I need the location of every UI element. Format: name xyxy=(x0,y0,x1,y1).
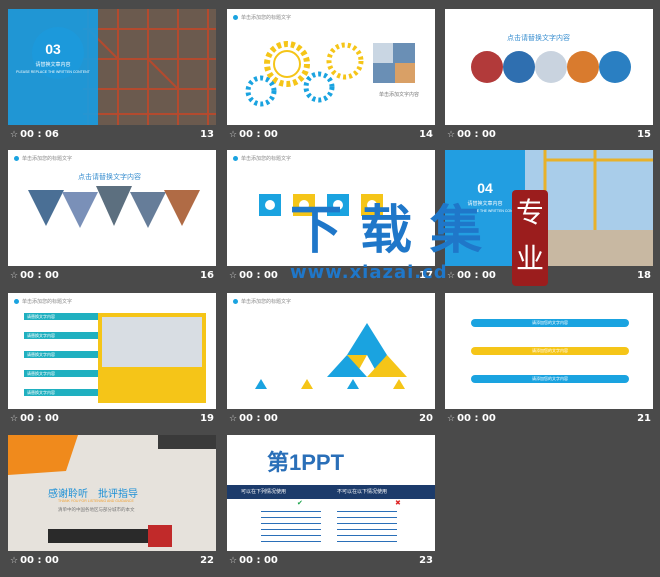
slide-timing: ☆ 00 : 00 xyxy=(10,270,59,281)
slide-meta: ☆ 00 : 00 20 xyxy=(227,413,435,427)
slide-preview[interactable]: 单击添加您的标题文字 请替换文字内容 请替换文字内容 请替换文字内容 请替换文字… xyxy=(8,293,216,409)
slide-number: 13 xyxy=(200,129,214,140)
link-list xyxy=(261,511,321,545)
star-icon: ☆ xyxy=(447,414,456,424)
pill-item: 请添加您的文字内容 xyxy=(471,347,629,355)
slide-preview[interactable]: 点击请替换文字内容 xyxy=(445,9,653,125)
slide-number: 22 xyxy=(200,555,214,566)
slide-timing: ☆ 00 : 00 xyxy=(10,413,59,424)
link-list xyxy=(337,511,397,545)
slide-thumb-23[interactable]: 第1PPT 可以在下列情况使用 不可以在以下情况使用 ✔ ✖ ☆ 00 : 00 … xyxy=(227,435,435,572)
slide-number: 16 xyxy=(200,270,214,281)
watermark-url: www.xiazai.cd xyxy=(290,262,448,283)
section-subtitle: PLEASE REPLACE THE WRITTEN CONTENT xyxy=(16,70,90,74)
slide-number: 21 xyxy=(637,413,651,424)
slide-number: 18 xyxy=(637,270,651,281)
slide-thumb-19[interactable]: 单击添加您的标题文字 请替换文字内容 请替换文字内容 请替换文字内容 请替换文字… xyxy=(8,293,216,430)
star-icon: ☆ xyxy=(229,130,238,140)
slide-thumb-21[interactable]: 请添加您的文字内容 请添加您的文字内容 请添加您的文字内容 ☆ 00 : 00 2… xyxy=(445,293,653,430)
slide-preview[interactable]: 第1PPT 可以在下列情况使用 不可以在以下情况使用 ✔ ✖ xyxy=(227,435,435,551)
slide-timing: ☆ 00 : 06 xyxy=(10,129,59,140)
slide-number: 19 xyxy=(200,413,214,424)
slide-meta: ☆ 00 : 06 13 xyxy=(8,129,216,143)
pill-item: 请添加您的文字内容 xyxy=(471,319,629,327)
allowed-heading: 可以在下列情况使用 xyxy=(241,489,287,495)
star-icon: ☆ xyxy=(10,556,19,566)
slide-timing: ☆ 00 : 00 xyxy=(229,555,278,566)
slide-timing: ☆ 00 : 00 xyxy=(447,129,496,140)
star-icon: ☆ xyxy=(447,130,456,140)
star-icon: ☆ xyxy=(229,271,238,281)
forbidden-heading: 不可以在以下情况使用 xyxy=(337,489,388,495)
slide-preview[interactable]: 单击添加您的标题文字 点击请替换文字内容 xyxy=(8,150,216,266)
circle-photos xyxy=(471,51,631,83)
slide-header: 单击添加您的标题文字 xyxy=(14,298,72,305)
info-band: 可以在下列情况使用 不可以在以下情况使用 xyxy=(227,485,435,499)
slide-number: 20 xyxy=(419,413,433,424)
slide-thumb-13[interactable]: 03 请替换文章内容 PLEASE REPLACE THE WRITTEN CO… xyxy=(8,9,216,146)
cross-icon: ✖ xyxy=(395,500,401,507)
slide-number: 14 xyxy=(419,129,433,140)
slide-timing: ☆ 00 : 00 xyxy=(10,555,59,566)
slide-number: 15 xyxy=(637,129,651,140)
slide-thumb-14[interactable]: 单击添加您的标题文字 单击添加文字内容 ☆ 00 : 00 14 xyxy=(227,9,435,146)
pill-item: 请添加您的文字内容 xyxy=(471,375,629,383)
thanks-title: 感谢聆听 批评指导 xyxy=(48,489,138,500)
slide-thumb-20[interactable]: 单击添加您的标题文字 ☆ 00 : 00 20 xyxy=(227,293,435,430)
bar-item: 请替换文字内容 xyxy=(24,332,99,339)
slide-preview[interactable]: 单击添加您的标题文字 单击添加文字内容 xyxy=(227,9,435,125)
slide-timing: ☆ 00 : 00 xyxy=(229,270,278,281)
bar-item: 请替换文字内容 xyxy=(24,351,99,358)
slide-thumb-16[interactable]: 单击添加您的标题文字 点击请替换文字内容 ☆ 00 : 00 16 xyxy=(8,150,216,287)
slide-preview[interactable]: 03 请替换文章内容 PLEASE REPLACE THE WRITTEN CO… xyxy=(8,9,216,125)
star-icon: ☆ xyxy=(10,414,19,424)
slide-preview[interactable]: 感谢聆听 批评指导 THANK YOU FOR LISTENING AND GU… xyxy=(8,435,216,551)
watermark-char: 集 xyxy=(430,201,485,261)
watermark-char: 载 xyxy=(360,201,415,261)
slide-meta: ☆ 00 : 00 23 xyxy=(227,555,435,569)
thanks-subtitle: THANK YOU FOR LISTENING AND GUIDANCE xyxy=(58,499,134,503)
bar-item: 请替换文字内容 xyxy=(24,313,99,320)
check-icon: ✔ xyxy=(297,500,303,507)
slide-timing: ☆ 00 : 00 xyxy=(447,413,496,424)
pyramid-diagram xyxy=(255,323,407,389)
slide-meta: ☆ 00 : 00 19 xyxy=(8,413,216,427)
logo-text: 第1PPT xyxy=(267,450,345,475)
slide-meta: ☆ 00 : 00 21 xyxy=(445,413,653,427)
watermark: 下 载 集 www.xiazai.cd 专业 xyxy=(290,188,550,298)
slide-meta: ☆ 00 : 00 16 xyxy=(8,270,216,284)
thanks-footer: 清单中的中国各地区与部分城市的本文 xyxy=(58,507,135,512)
slide-preview[interactable]: 请添加您的文字内容 请添加您的文字内容 请添加您的文字内容 xyxy=(445,293,653,409)
slide-timing: ☆ 00 : 00 xyxy=(229,129,278,140)
slide-thumb-15[interactable]: 点击请替换文字内容 ☆ 00 : 00 15 xyxy=(445,9,653,146)
bar-list: 请替换文字内容 请替换文字内容 请替换文字内容 请替换文字内容 请替换文字内容 xyxy=(24,313,99,396)
slide-timing: ☆ 00 : 00 xyxy=(229,413,278,424)
bullet-icon xyxy=(14,299,19,305)
star-icon: ☆ xyxy=(10,271,19,281)
meeting-photo xyxy=(102,317,202,367)
star-icon: ☆ xyxy=(229,414,238,424)
triangle-photos xyxy=(28,186,200,228)
slide-preview[interactable]: 单击添加您的标题文字 xyxy=(227,293,435,409)
star-icon: ☆ xyxy=(229,556,238,566)
slide-thumb-22[interactable]: 感谢聆听 批评指导 THANK YOU FOR LISTENING AND GU… xyxy=(8,435,216,572)
slide-meta: ☆ 00 : 00 22 xyxy=(8,555,216,569)
gear-diagram xyxy=(245,41,415,107)
section-number: 03 xyxy=(45,41,61,57)
slide-number: 23 xyxy=(419,555,433,566)
watermark-seal: 专业 xyxy=(512,190,548,286)
section-title: 请替换文章内容 xyxy=(35,62,71,68)
slide-meta: ☆ 00 : 00 15 xyxy=(445,129,653,143)
star-icon: ☆ xyxy=(10,130,19,140)
slide-meta: ☆ 00 : 00 14 xyxy=(227,129,435,143)
bar-item: 请替换文字内容 xyxy=(24,389,99,396)
watermark-char: 下 xyxy=(290,201,345,261)
yellow-panel xyxy=(98,313,206,403)
bar-item: 请替换文字内容 xyxy=(24,370,99,377)
